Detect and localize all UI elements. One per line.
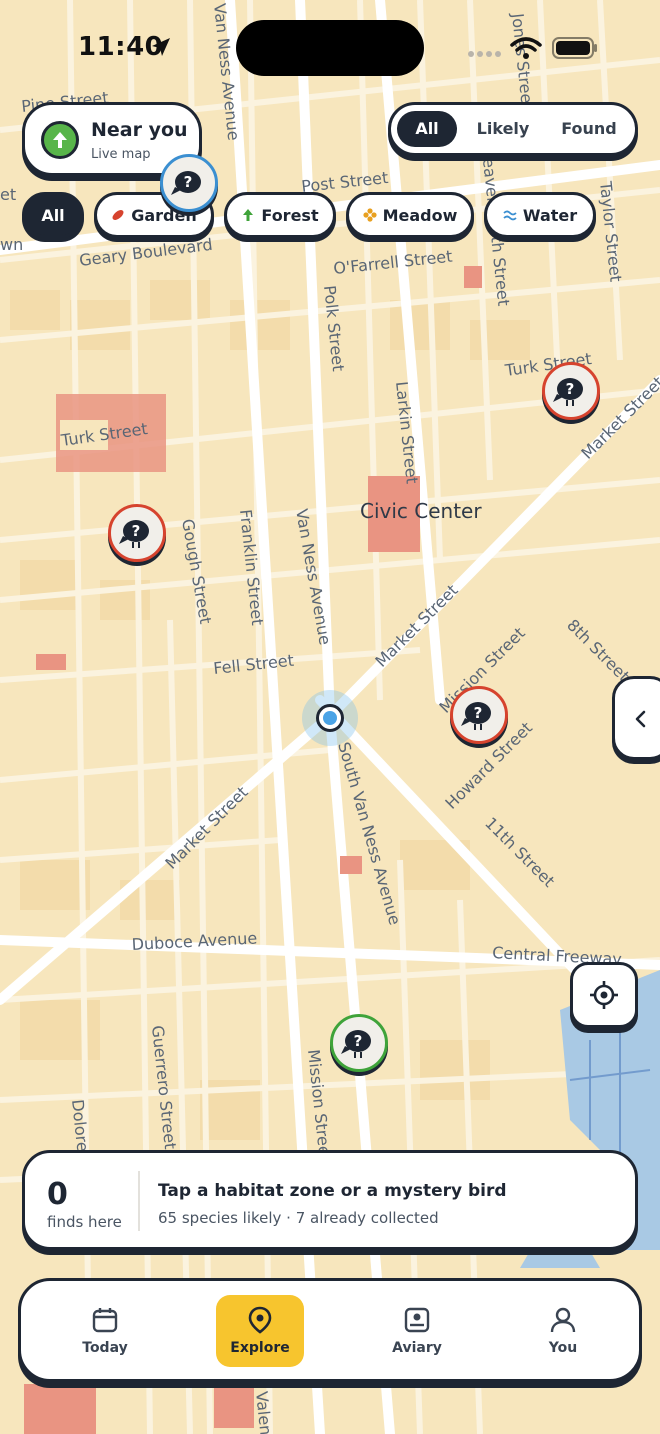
mystery-bird-icon: ? [171, 171, 201, 195]
marker-ring: ? [542, 362, 600, 420]
mystery-bird-marker[interactable]: ? [330, 1014, 390, 1074]
filter-chip-label: All [41, 205, 65, 225]
dynamic-island [236, 20, 424, 76]
wifi-icon [510, 37, 542, 59]
marker-ring: ? [330, 1014, 388, 1072]
mystery-bird-marker[interactable]: ? [108, 504, 168, 564]
battery-icon [552, 37, 597, 59]
status-bar: 11:40 [0, 0, 660, 96]
tree-arrow-icon [243, 209, 254, 221]
side-panel-toggle[interactable] [612, 676, 660, 760]
arrow-up-icon [41, 121, 79, 159]
user-location-dot [316, 704, 344, 732]
finds-count-label: finds here [47, 1213, 122, 1231]
filter-chip-label: Forest [261, 205, 319, 225]
aviary-icon [404, 1307, 430, 1333]
segment-found[interactable]: Found [549, 111, 629, 147]
zone-info-card[interactable]: 0 finds here Tap a habitat zone or a mys… [22, 1150, 638, 1250]
filter-chip-label: Water [522, 205, 578, 225]
info-card-title: Tap a habitat zone or a mystery bird [158, 1181, 507, 1201]
tab-label: Aviary [392, 1340, 442, 1356]
segment-likely[interactable]: Likely [463, 111, 543, 147]
tab-explore[interactable]: Explore [216, 1295, 304, 1367]
divider [138, 1171, 140, 1231]
marker-ring: ? [450, 686, 508, 744]
crosshair-icon [590, 981, 618, 1009]
marker-ring: ? [108, 504, 166, 562]
tab-label: Today [82, 1340, 128, 1356]
location-arrow-icon [152, 38, 170, 56]
near-you-subtitle: Live map [91, 147, 151, 162]
mystery-bird-icon: ? [461, 702, 491, 730]
tab-today[interactable]: Today [61, 1295, 149, 1367]
svg-text:?: ? [354, 1032, 363, 1050]
chevron-left-icon [635, 710, 646, 728]
marker-ring: ? [160, 154, 218, 212]
info-card-subtitle: 65 species likely · 7 already collected [158, 1209, 439, 1227]
filter-chip-all[interactable]: All [22, 192, 84, 238]
tab-label: You [548, 1340, 578, 1356]
svg-text:?: ? [474, 704, 483, 722]
flower-icon [362, 208, 377, 222]
segment-all[interactable]: All [397, 111, 457, 147]
filter-chip-meadow[interactable]: Meadow [346, 192, 474, 238]
mystery-bird-marker[interactable]: ? [542, 362, 602, 422]
map-pin-icon [248, 1306, 272, 1334]
mystery-bird-icon: ? [119, 520, 149, 548]
mystery-bird-icon: ? [553, 378, 583, 406]
calendar-icon [92, 1308, 118, 1333]
recenter-location-button[interactable] [570, 962, 638, 1028]
person-icon [550, 1307, 576, 1333]
find-status-segmented-control: All Likely Found [388, 102, 638, 156]
mystery-bird-icon: ? [341, 1030, 371, 1058]
leaf-icon [112, 210, 124, 220]
tab-aviary[interactable]: Aviary [373, 1295, 461, 1367]
svg-text:?: ? [132, 522, 141, 540]
wave-icon [503, 210, 517, 221]
mystery-bird-marker[interactable]: ? [160, 154, 220, 214]
tab-you[interactable]: You [519, 1295, 607, 1367]
mystery-bird-marker[interactable]: ? [450, 686, 510, 746]
filter-chip-water[interactable]: Water [484, 192, 596, 238]
finds-count: 0 [47, 1177, 68, 1212]
signal-icon [468, 51, 501, 57]
near-you-title: Near you [91, 119, 188, 141]
filter-chip-label: Meadow [382, 205, 458, 225]
district-label: Civic Center [360, 499, 482, 523]
svg-text:?: ? [566, 380, 575, 398]
svg-text:?: ? [184, 173, 193, 191]
bottom-tab-bar: Today Explore Aviary You [18, 1278, 642, 1382]
street-label: et [0, 185, 16, 204]
tab-label: Explore [230, 1340, 290, 1356]
street-label: wn [0, 235, 23, 254]
filter-chip-forest[interactable]: Forest [224, 192, 336, 238]
